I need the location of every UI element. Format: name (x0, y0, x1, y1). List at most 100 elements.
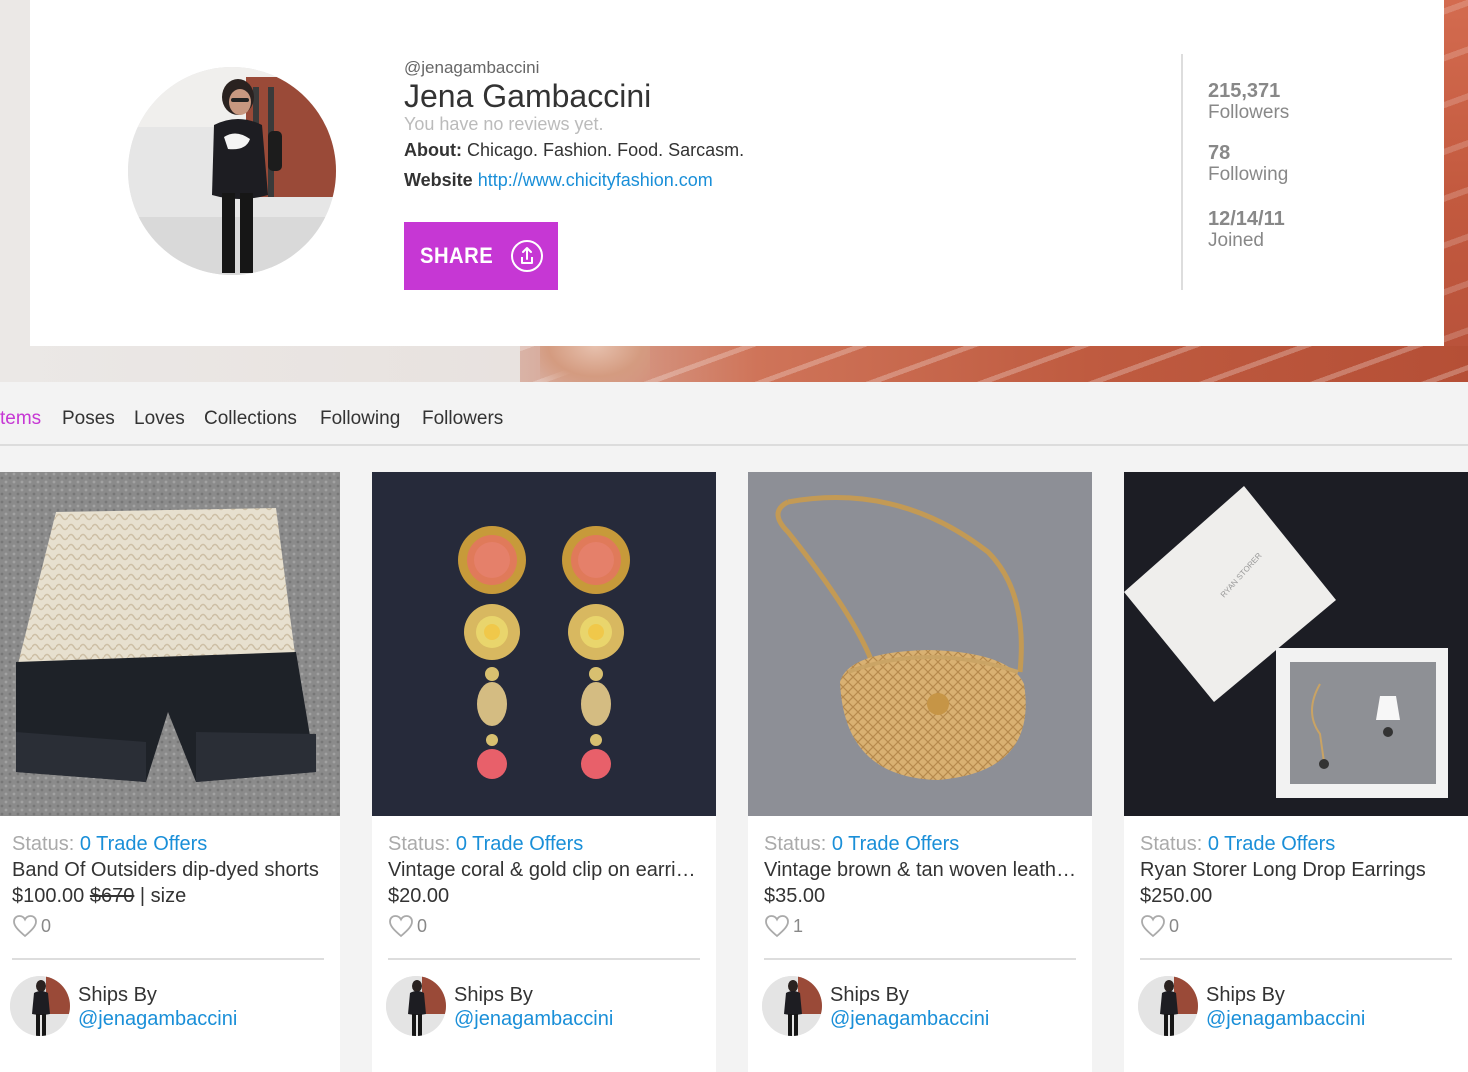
seller-link[interactable]: @jenagambaccini (830, 1008, 989, 1031)
ships-by-label: Ships By (1206, 984, 1285, 1006)
item-photo-earring-box: RYAN STORER (1124, 472, 1468, 816)
trade-offers-link[interactable]: 0 Trade Offers (1208, 833, 1335, 855)
stat-joined: 12/14/11 Joined (1208, 208, 1285, 252)
item-original-price: $670 (89, 885, 135, 907)
like-button[interactable]: 1 (764, 914, 803, 938)
trade-offers-link[interactable]: 0 Trade Offers (456, 833, 583, 855)
status-label: Status: (12, 833, 75, 855)
about-label: About: (404, 140, 462, 160)
share-upload-icon (511, 240, 543, 272)
about-text: Chicago. Fashion. Food. Sarcasm. (467, 140, 745, 160)
item-status: Status: 0 Trade Offers (12, 833, 207, 856)
item-photo[interactable] (748, 472, 1092, 816)
heart-icon (765, 915, 789, 938)
profile-card: @jenagambaccini Jena Gambaccini You have… (30, 0, 1444, 346)
stat-following[interactable]: 78 Following (1208, 142, 1288, 186)
reviews-text: You have no reviews yet. (404, 114, 604, 134)
item-price: $250.00 (1140, 885, 1213, 907)
stat-label: Followers (1208, 102, 1290, 123)
item-card[interactable]: RYAN STORER Status: 0 Trade Offers Ryan … (1124, 472, 1468, 1072)
stats-divider (1181, 54, 1183, 290)
share-label: SHARE (420, 243, 494, 268)
card-divider (764, 958, 1076, 960)
trade-offers-link[interactable]: 0 Trade Offers (80, 833, 207, 855)
stat-value: 12/14/11 (1208, 208, 1285, 230)
tab-items[interactable]: tems (0, 408, 41, 430)
seller-avatar-image (762, 976, 822, 1036)
about-line: About: Chicago. Fashion. Food. Sarcasm. (404, 140, 744, 161)
item-title[interactable]: Vintage coral & gold clip on earrings (388, 859, 706, 882)
seller-avatar-image (10, 976, 70, 1036)
item-status: Status: 0 Trade Offers (388, 833, 583, 856)
item-title[interactable]: Vintage brown & tan woven leather bag (764, 859, 1082, 882)
seller-link[interactable]: @jenagambaccini (1206, 1008, 1365, 1031)
stat-value: 78 (1208, 142, 1231, 164)
seller-avatar[interactable] (1138, 976, 1198, 1036)
item-price: $35.00 (764, 885, 826, 907)
cover-photo: @jenagambaccini Jena Gambaccini You have… (0, 0, 1468, 382)
item-price-line: $35.00 (764, 885, 825, 908)
card-divider (388, 958, 700, 960)
ships-by-label: Ships By (454, 984, 533, 1006)
status-label: Status: (388, 833, 451, 855)
seller-avatar[interactable] (10, 976, 70, 1036)
like-button[interactable]: 0 (12, 914, 51, 938)
item-price-line: $250.00 (1140, 885, 1212, 908)
profile-avatar[interactable] (128, 67, 336, 275)
stat-label: Joined (1208, 230, 1264, 251)
heart-icon (1141, 915, 1165, 938)
tab-poses[interactable]: Poses (62, 408, 115, 430)
item-card[interactable]: Status: 0 Trade Offers Vintage brown & t… (748, 472, 1092, 1072)
seller-link[interactable]: @jenagambaccini (78, 1008, 237, 1031)
like-count: 0 (417, 915, 428, 936)
heart-icon (389, 915, 413, 938)
item-status: Status: 0 Trade Offers (764, 833, 959, 856)
seller-avatar[interactable] (386, 976, 446, 1036)
status-label: Status: (1140, 833, 1203, 855)
item-title[interactable]: Band Of Outsiders dip-dyed shorts (12, 859, 330, 882)
seller-link[interactable]: @jenagambaccini (454, 1008, 613, 1031)
like-button[interactable]: 0 (388, 914, 427, 938)
item-card[interactable]: Status: 0 Trade Offers Vintage coral & g… (372, 472, 716, 1072)
share-button[interactable]: SHARE (404, 222, 558, 290)
like-count: 1 (793, 915, 804, 936)
website-line: Website http://www.chicityfashion.com (404, 170, 713, 191)
profile-name: Jena Gambaccini (404, 78, 652, 114)
cover-brick-ground (520, 346, 1468, 382)
item-photo[interactable] (0, 472, 340, 816)
profile-tabs: tems Poses Loves Collections Following F… (0, 382, 1468, 446)
stat-followers[interactable]: 215,371 Followers (1208, 80, 1289, 124)
stat-label: Following (1208, 164, 1289, 185)
item-price-line: $100.00 $670 | size (12, 885, 186, 908)
seller-avatar-image (1138, 976, 1198, 1036)
seller-avatar[interactable] (762, 976, 822, 1036)
stat-value: 215,371 (1208, 80, 1281, 102)
tab-followers[interactable]: Followers (422, 408, 503, 430)
ships-by-label: Ships By (78, 984, 157, 1006)
heart-icon (13, 915, 37, 938)
item-title[interactable]: Ryan Storer Long Drop Earrings (1140, 859, 1458, 882)
tab-following[interactable]: Following (320, 408, 400, 430)
item-photo[interactable]: RYAN STORER (1124, 472, 1468, 816)
seller-avatar-image (386, 976, 446, 1036)
card-divider (1140, 958, 1452, 960)
website-link[interactable]: http://www.chicityfashion.com (478, 170, 713, 190)
item-photo-bag (748, 472, 1092, 816)
status-label: Status: (764, 833, 827, 855)
item-photo-earrings (372, 472, 716, 816)
like-count: 0 (1169, 915, 1180, 936)
item-price-line: $20.00 (388, 885, 449, 908)
item-photo[interactable] (372, 472, 716, 816)
item-price: $20.00 (388, 885, 450, 907)
tab-collections[interactable]: Collections (204, 408, 297, 430)
website-label: Website (404, 170, 473, 190)
trade-offers-link[interactable]: 0 Trade Offers (832, 833, 959, 855)
card-divider (12, 958, 324, 960)
like-button[interactable]: 0 (1140, 914, 1179, 938)
item-card[interactable]: Status: 0 Trade Offers Band Of Outsiders… (0, 472, 340, 1072)
item-status: Status: 0 Trade Offers (1140, 833, 1335, 856)
profile-handle: @jenagambaccini (404, 58, 540, 77)
profile-avatar-image (128, 67, 336, 275)
item-size: | size (139, 885, 187, 907)
tab-loves[interactable]: Loves (134, 408, 185, 430)
